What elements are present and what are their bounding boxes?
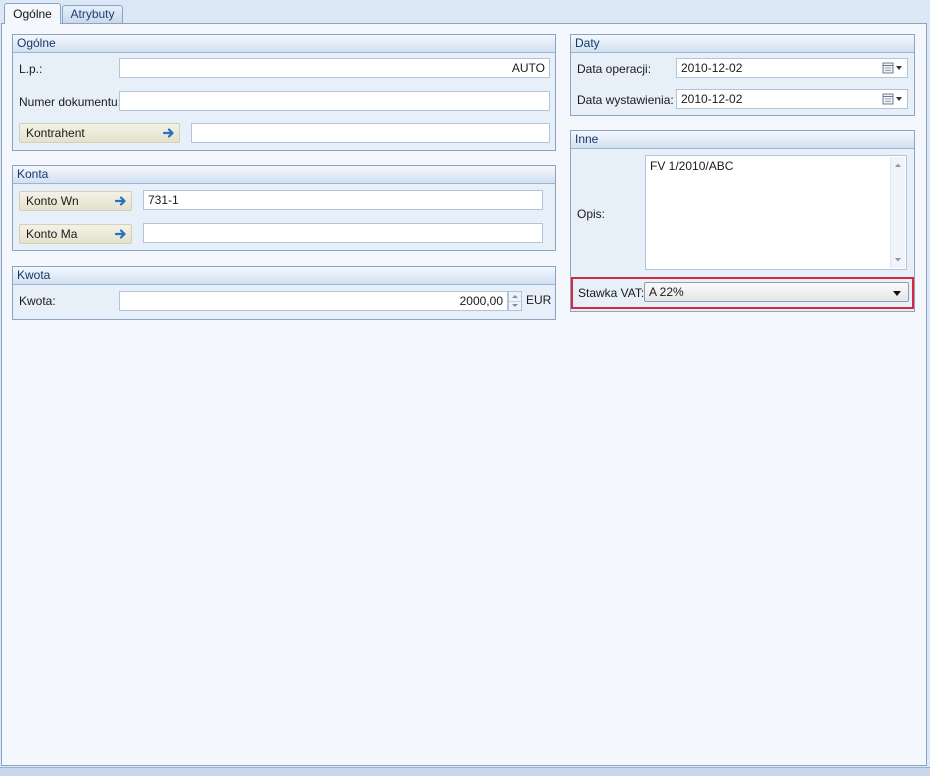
data-operacji-field[interactable]: 2010-12-02: [676, 58, 908, 78]
konto-wn-label: Konto Wn: [26, 194, 79, 208]
kwota-field[interactable]: 2000,00: [119, 291, 508, 311]
kontrahent-button[interactable]: Kontrahent: [19, 123, 180, 143]
opis-value: FV 1/2010/ABC: [650, 159, 734, 173]
group-inne-title: Inne: [571, 131, 914, 149]
konto-ma-label: Konto Ma: [26, 227, 78, 241]
stawka-vat-label: Stawka VAT:: [578, 286, 645, 300]
opis-textarea[interactable]: FV 1/2010/ABC: [645, 155, 907, 270]
group-kwota-title: Kwota: [13, 267, 555, 285]
kwota-label: Kwota:: [19, 294, 56, 308]
konto-wn-field[interactable]: 731-1: [143, 190, 543, 210]
numer-dokumentu-field[interactable]: [119, 91, 550, 111]
arrow-right-icon: [115, 196, 126, 206]
tab-ogolne[interactable]: Ogólne: [4, 3, 61, 24]
data-operacji-value: 2010-12-02: [681, 61, 743, 75]
stawka-vat-value: A 22%: [649, 285, 684, 299]
spin-down-icon[interactable]: [509, 302, 521, 311]
data-wystawienia-value: 2010-12-02: [681, 92, 743, 106]
data-operacji-label: Data operacji:: [577, 62, 652, 76]
numer-dokumentu-label: Numer dokumentu:: [19, 95, 122, 109]
scroll-up-icon[interactable]: [891, 159, 905, 171]
spin-up-icon[interactable]: [509, 292, 521, 302]
data-wystawienia-field[interactable]: 2010-12-02: [676, 89, 908, 109]
calendar-dropdown-icon[interactable]: [881, 61, 905, 75]
arrow-right-icon: [163, 128, 174, 138]
scroll-down-icon[interactable]: [891, 254, 905, 266]
konto-ma-field[interactable]: [143, 223, 543, 243]
group-ogolne-title: Ogólne: [13, 35, 555, 53]
tab-atrybuty[interactable]: Atrybuty: [62, 5, 123, 23]
kontrahent-field[interactable]: [191, 123, 550, 143]
currency-label: EUR: [526, 293, 552, 307]
calendar-dropdown-icon[interactable]: [881, 92, 905, 106]
opis-label: Opis:: [577, 207, 606, 221]
kwota-spinner[interactable]: [508, 291, 522, 311]
data-wystawienia-label: Data wystawienia:: [577, 93, 674, 107]
group-konta-title: Konta: [13, 166, 555, 184]
stawka-vat-select[interactable]: A 22%: [644, 282, 909, 302]
tab-strip: Ogólne Atrybuty: [0, 0, 930, 24]
konto-ma-button[interactable]: Konto Ma: [19, 224, 132, 244]
konto-wn-button[interactable]: Konto Wn: [19, 191, 132, 211]
group-daty-title: Daty: [571, 35, 914, 53]
arrow-right-icon: [115, 229, 126, 239]
lp-field[interactable]: AUTO: [119, 58, 550, 78]
bottom-bar: [0, 767, 930, 776]
lp-label: L.p.:: [19, 62, 43, 76]
chevron-down-icon: [893, 291, 901, 296]
kontrahent-label: Kontrahent: [26, 126, 85, 140]
opis-scrollbar[interactable]: [890, 157, 905, 268]
